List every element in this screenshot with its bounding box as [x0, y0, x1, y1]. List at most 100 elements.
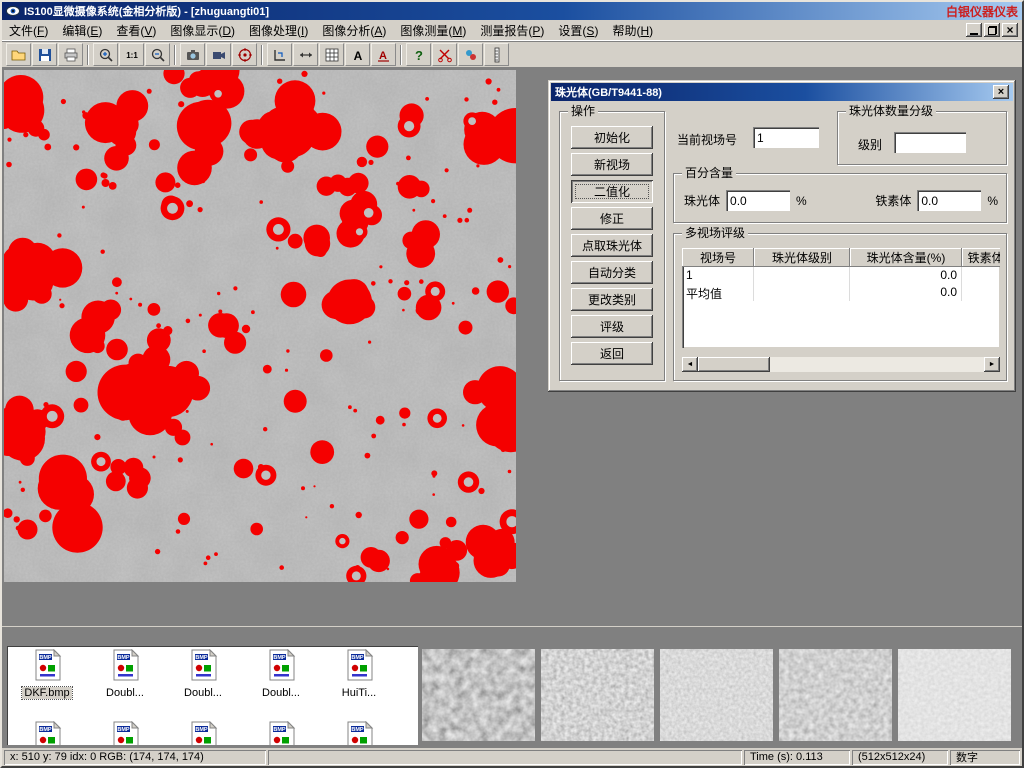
- current-view-label: 当前视场号: [677, 131, 737, 148]
- cut-icon[interactable]: [432, 43, 457, 66]
- dialog-close-button[interactable]: ×: [993, 85, 1009, 99]
- dialog-title: 珠光体(GB/T9441-88): [555, 84, 662, 100]
- bmp-file-icon: BMP: [109, 721, 142, 745]
- toolbar-separator: [174, 45, 176, 65]
- ruler-icon[interactable]: [484, 43, 509, 66]
- help-icon[interactable]: ?: [406, 43, 431, 66]
- camera-icon[interactable]: [206, 43, 231, 66]
- menu-help[interactable]: 帮助(H): [605, 19, 660, 42]
- percentage-row: 珠光体 % 铁素体 %: [684, 190, 998, 211]
- file-item-r2-3[interactable]: BMP: [164, 721, 242, 745]
- svg-text:BMP: BMP: [195, 655, 208, 661]
- measure-icon[interactable]: [293, 43, 318, 66]
- file-item-r2-5[interactable]: BMP: [320, 721, 398, 745]
- op-correct-button[interactable]: 修正: [571, 207, 653, 230]
- menu-edit[interactable]: 编辑(E): [55, 19, 109, 42]
- svg-text:1:1: 1:1: [126, 51, 138, 60]
- grade-input[interactable]: [894, 132, 966, 153]
- table-body: 10.0平均值0.0: [682, 267, 1000, 301]
- op-new-field-button[interactable]: 新视场: [571, 153, 653, 176]
- thumbnail-1[interactable]: [422, 649, 535, 741]
- file-item-r1-1[interactable]: BMPDKF.bmp: [8, 649, 86, 711]
- op-grade-button[interactable]: 评级: [571, 315, 653, 338]
- save-icon[interactable]: [32, 43, 57, 66]
- svg-text:BMP: BMP: [39, 655, 52, 661]
- table-hscrollbar[interactable]: ◄ ►: [682, 357, 1000, 372]
- menu-settings[interactable]: 设置(S): [551, 19, 605, 42]
- table-cell: [962, 267, 1000, 284]
- annotate-icon[interactable]: A: [371, 43, 396, 66]
- zoom-out-icon[interactable]: [145, 43, 170, 66]
- menu-image-measure[interactable]: 图像测量(M): [393, 19, 473, 42]
- pearlite-value-input[interactable]: [726, 190, 790, 211]
- menu-image-process[interactable]: 图像处理(I): [242, 19, 315, 42]
- bmp-file-icon: BMP: [187, 649, 220, 686]
- op-binarize-button[interactable]: 二值化: [571, 180, 653, 203]
- scroll-right-button[interactable]: ►: [984, 357, 1000, 372]
- current-view-input[interactable]: [753, 127, 819, 148]
- multi-view-group: 多视场评级 视场号珠光体级别珠光体含量(%)铁素体含量(%) 10.0平均值0.…: [673, 233, 1007, 381]
- op-initialize-button[interactable]: 初始化: [571, 126, 653, 149]
- file-item-r2-4[interactable]: BMP: [242, 721, 320, 745]
- text-icon[interactable]: A: [345, 43, 370, 66]
- specimen-image[interactable]: [4, 70, 516, 582]
- svg-text:BMP: BMP: [39, 727, 52, 733]
- file-item-r1-4[interactable]: BMPDoubl...: [242, 649, 320, 711]
- menu-view[interactable]: 查看(V): [109, 19, 163, 42]
- target-icon[interactable]: [232, 43, 257, 66]
- file-item-r1-5[interactable]: BMPHuiTi...: [320, 649, 398, 711]
- pearlite-dialog: 珠光体(GB/T9441-88) × 操作 初始化新视场二值化修正点取珠光体自动…: [548, 80, 1016, 392]
- op-auto-classify-button[interactable]: 自动分类: [571, 261, 653, 284]
- op-return-button[interactable]: 返回: [571, 342, 653, 365]
- op-pick-pearlite-button[interactable]: 点取珠光体: [571, 234, 653, 257]
- scroll-thumb[interactable]: [698, 357, 770, 372]
- grid-icon[interactable]: [319, 43, 344, 66]
- bmp-file-icon: BMP: [187, 721, 220, 745]
- file-item-r2-2[interactable]: BMP: [86, 721, 164, 745]
- close-icon: ×: [1006, 25, 1013, 35]
- palette-icon[interactable]: [458, 43, 483, 66]
- op-change-class-button[interactable]: 更改类别: [571, 288, 653, 311]
- thumbnail-2[interactable]: [541, 649, 654, 741]
- thumbnail-5[interactable]: [898, 649, 1011, 741]
- table-cell: 0.0: [850, 267, 962, 284]
- menu-file[interactable]: 文件(F): [2, 19, 55, 42]
- scroll-left-button[interactable]: ◄: [682, 357, 698, 372]
- thumbnail-4[interactable]: [779, 649, 892, 741]
- open-icon[interactable]: [6, 43, 31, 66]
- table-row-1[interactable]: 平均值0.0: [682, 284, 1000, 301]
- bmp-file-icon: BMP: [31, 649, 64, 686]
- thumbnail-3[interactable]: [660, 649, 773, 741]
- file-item-r1-3[interactable]: BMPDoubl...: [164, 649, 242, 711]
- table-cell: [962, 284, 1000, 301]
- mdi-minimize-button[interactable]: [966, 23, 982, 37]
- dialog-title-bar[interactable]: 珠光体(GB/T9441-88) ×: [551, 83, 1013, 101]
- mdi-restore-button[interactable]: [984, 23, 1000, 37]
- bmp-file-icon: BMP: [343, 649, 376, 686]
- svg-text:A: A: [353, 49, 362, 63]
- bmp-file-icon: BMP: [265, 721, 298, 745]
- menu-image-display[interactable]: 图像显示(D): [163, 19, 242, 42]
- actual-size-icon[interactable]: 1:1: [119, 43, 144, 66]
- col-header-3[interactable]: 铁素体含量(%): [962, 248, 1000, 267]
- col-header-0[interactable]: 视场号: [682, 248, 754, 267]
- col-header-2[interactable]: 珠光体含量(%): [850, 248, 962, 267]
- scroll-track[interactable]: [698, 357, 984, 372]
- zoom-in-icon[interactable]: [93, 43, 118, 66]
- table-row-0[interactable]: 10.0: [682, 267, 1000, 284]
- mdi-close-button[interactable]: ×: [1002, 23, 1018, 37]
- col-header-1[interactable]: 珠光体级别: [754, 248, 850, 267]
- operations-group-label: 操作: [568, 104, 598, 118]
- operations-group: 操作 初始化新视场二值化修正点取珠光体自动分类更改类别评级返回: [559, 111, 665, 381]
- caliper-icon[interactable]: [267, 43, 292, 66]
- capture-icon[interactable]: [180, 43, 205, 66]
- print-icon[interactable]: [58, 43, 83, 66]
- table-cell: [754, 267, 850, 284]
- percentage-group: 百分含量 珠光体 % 铁素体 %: [673, 173, 1007, 223]
- ferrite-value-input[interactable]: [917, 190, 981, 211]
- file-item-r1-2[interactable]: BMPDoubl...: [86, 649, 164, 711]
- file-item-r2-1[interactable]: BMP: [8, 721, 86, 745]
- file-label: Doubl...: [260, 687, 302, 699]
- menu-measure-report[interactable]: 测量报告(P): [473, 19, 551, 42]
- menu-image-analysis[interactable]: 图像分析(A): [315, 19, 393, 42]
